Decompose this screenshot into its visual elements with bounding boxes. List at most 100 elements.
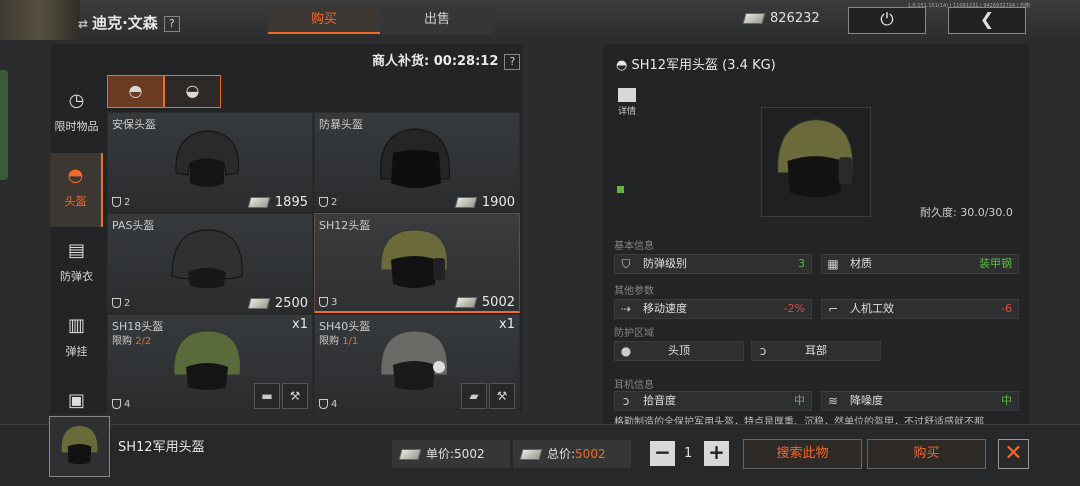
section-headset: 耳机信息 <box>614 380 654 391</box>
buy-button[interactable]: 购买 <box>867 439 986 469</box>
helmet-image <box>380 330 448 390</box>
selected-item-thumb <box>49 416 110 477</box>
category-rig[interactable]: ▥ 弹挂 <box>50 303 103 377</box>
shop-item[interactable]: 安保头盔 2 1895 <box>107 112 313 212</box>
shop-item[interactable]: SH18头盔 限购 2/2 x1 4 ▬ ⚒ <box>107 314 313 414</box>
ear-pickup-icon: ↄ <box>622 394 630 408</box>
unit-price: 单价:5002 <box>392 440 510 468</box>
helmet-image <box>171 229 243 288</box>
category-helmet[interactable]: ◓ 头盔 <box>50 153 103 227</box>
category-vest[interactable]: ▤ 防弹衣 <box>50 228 103 302</box>
cash-icon <box>247 298 271 309</box>
section-basic: 基本信息 <box>614 241 654 252</box>
shop-item-selected[interactable]: SH12头盔 3 5002 <box>314 213 520 313</box>
category-more[interactable]: ▣ <box>50 378 103 414</box>
total-price: 总价:5002 <box>513 440 631 468</box>
quantity-minus-button[interactable]: − <box>650 441 675 466</box>
power-icon: ⏻ <box>880 10 894 30</box>
quantity-plus-button[interactable]: + <box>704 441 729 466</box>
helmet-image <box>380 128 450 188</box>
armor-level-icon <box>319 297 328 307</box>
armor-level-icon <box>319 399 328 409</box>
details-icon <box>618 88 636 102</box>
stat-row: ▦ 材质 装甲钢 <box>821 254 1019 274</box>
helmet-icon: ◓ <box>67 165 84 186</box>
search-item-button[interactable]: 搜索此物 <box>743 439 862 469</box>
cash-icon <box>454 197 478 208</box>
cash-icon <box>519 449 543 460</box>
player-portrait <box>0 0 80 40</box>
gun-icon: ⌐ <box>827 302 839 316</box>
money-display: 826232 <box>742 11 820 26</box>
stat-row: ⌐ 人机工效 -6 <box>821 299 1019 319</box>
hammer-icon: ⚒ <box>282 383 308 409</box>
detail-title: ◓ SH12军用头盔 (3.4 KG) <box>616 58 776 73</box>
stat-row: ⇢ 移动速度 -2% <box>614 299 812 319</box>
subfilter-helmet[interactable]: ◓ <box>107 75 164 108</box>
plate-icon: ▰ <box>461 383 487 409</box>
cash-icon <box>398 449 422 460</box>
helmet-image <box>173 330 241 390</box>
protect-zone: ↄ 耳部 <box>751 341 881 361</box>
help-icon[interactable]: ? <box>163 15 180 32</box>
restock-help-icon[interactable]: ? <box>504 53 521 70</box>
shop-item[interactable]: 防暴头盔 2 1900 <box>314 112 520 212</box>
helmet-image <box>175 130 239 187</box>
selected-item-name: SH12军用头盔 <box>118 440 205 455</box>
power-button[interactable]: ⏻ <box>848 7 926 34</box>
durability-text: 耐久度: 30.0/30.0 <box>920 206 1013 219</box>
helmet-large-image <box>777 119 854 198</box>
weapon-icon: ▬ <box>254 383 280 409</box>
detail-panel <box>603 44 1030 424</box>
clock-icon: ◷ <box>68 90 85 111</box>
back-arrow-icon: ❮ <box>979 10 995 30</box>
shield-icon: ⛉ <box>621 257 631 271</box>
tab-buy[interactable]: 购买 <box>268 8 380 34</box>
ear-icon: ↄ <box>759 344 767 358</box>
side-handle[interactable] <box>0 70 8 180</box>
stat-row: ↄ 拾音度中 <box>614 391 812 411</box>
category-limited[interactable]: ◷ 限时物品 <box>50 78 103 152</box>
vest-icon: ▤ <box>67 240 85 261</box>
helmet-thumb-image <box>61 425 98 465</box>
section-protect: 防护区域 <box>614 328 654 339</box>
material-icon: ▦ <box>827 257 839 271</box>
bag-icon: ▣ <box>67 390 85 411</box>
run-icon: ⇢ <box>620 302 632 316</box>
details-button[interactable]: 详情 <box>616 88 638 117</box>
item-description: 格勒制造的全保护军用头盔，特点是厚重、沉稳，然单位的盔甲，不过舒适感就不那 <box>614 417 984 424</box>
tool-icon: ⚒ <box>489 383 515 409</box>
back-button[interactable]: ❮ <box>948 7 1026 34</box>
cash-icon <box>454 297 478 308</box>
shop-item[interactable]: PAS头盔 2 2500 <box>107 213 313 313</box>
detail-image <box>761 107 871 217</box>
version-text: 1.0.151.151(14) | 11091231 | 9426932794 … <box>907 3 1030 9</box>
helmet-filter-icon: ◓ <box>128 81 143 100</box>
quantity-value: 1 <box>684 446 693 461</box>
noise-icon: ≋ <box>827 394 839 408</box>
helmet-small-icon: ◓ <box>616 58 632 73</box>
close-button[interactable]: ✕ <box>998 439 1029 469</box>
headset-filter-icon: ◒ <box>185 81 200 100</box>
cash-icon <box>742 13 766 24</box>
section-other: 其他参数 <box>614 286 654 297</box>
armor-level-icon <box>319 197 328 207</box>
restock-timer: 商人补货: 00:28:12? <box>372 50 521 70</box>
shop-item[interactable]: SH40头盔 限购 1/1 x1 4 ▰ ⚒ <box>314 314 520 414</box>
rig-icon: ▥ <box>67 315 85 336</box>
armor-level-icon <box>112 399 121 409</box>
tab-sell[interactable]: 出售 <box>381 8 493 34</box>
cash-icon <box>247 197 271 208</box>
stat-row: ⛉ 防弹级别 3 <box>614 254 812 274</box>
player-name: ⇄ 迪克·文森? <box>78 12 180 33</box>
protect-zone: ● 头顶 <box>614 341 744 361</box>
close-icon: ✕ <box>1004 441 1023 466</box>
status-dot <box>617 186 624 193</box>
stat-row: ≋ 降噪度中 <box>821 391 1019 411</box>
switch-icon[interactable]: ⇄ <box>78 17 88 31</box>
subfilter-headset[interactable]: ◒ <box>164 75 221 108</box>
armor-level-icon <box>112 197 121 207</box>
armor-level-icon <box>112 298 121 308</box>
helmet-image <box>380 229 448 288</box>
head-icon: ● <box>620 344 632 358</box>
